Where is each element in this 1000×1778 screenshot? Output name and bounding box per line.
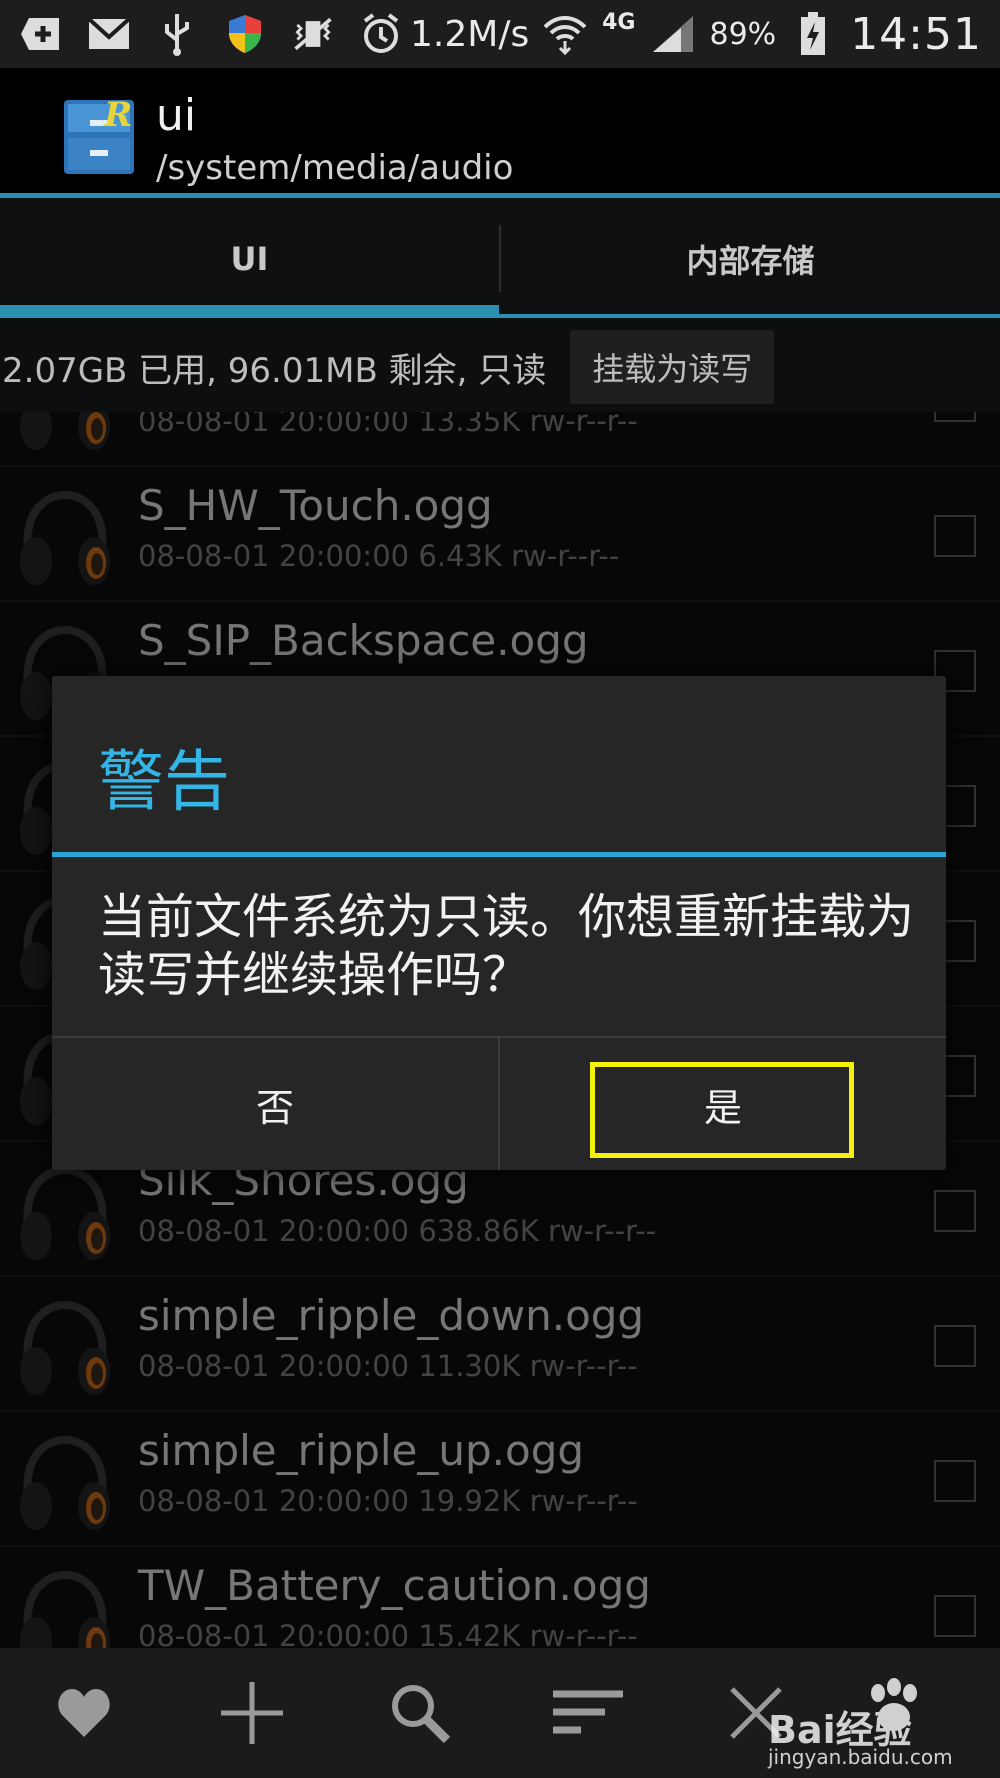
location-tabs: UI 内部存储 bbox=[0, 203, 1000, 318]
wifi-icon bbox=[542, 14, 588, 55]
no-button[interactable]: 否 bbox=[52, 1038, 498, 1170]
root-explorer-logo-icon[interactable]: R bbox=[62, 94, 136, 176]
sort-icon[interactable] bbox=[548, 1673, 628, 1753]
usb-icon bbox=[154, 14, 200, 56]
security-shield-icon bbox=[222, 14, 268, 54]
favorites-heart-icon[interactable] bbox=[44, 1673, 124, 1753]
clock: 14:51 bbox=[850, 8, 982, 60]
network-type: 4G bbox=[602, 9, 636, 35]
svg-text:R: R bbox=[103, 95, 132, 135]
baidu-jingyan-watermark: Bai经验 jingyan.baidu.com bbox=[760, 1675, 980, 1770]
yes-button[interactable]: 是 bbox=[500, 1038, 946, 1170]
yes-button-highlight-box bbox=[590, 1062, 854, 1158]
add-notification-icon bbox=[18, 14, 64, 54]
signal-icon bbox=[650, 14, 696, 54]
dialog-title-divider bbox=[52, 852, 946, 857]
status-bar: 1.2M/s 4G 89% 14:51 bbox=[0, 0, 1000, 68]
mount-read-write-button[interactable]: 挂载为读写 bbox=[570, 330, 775, 404]
dialog-title: 警告 bbox=[98, 743, 230, 820]
battery-charging-icon bbox=[790, 12, 836, 55]
alarm-icon bbox=[358, 13, 404, 54]
add-icon[interactable] bbox=[212, 1673, 292, 1753]
vibrate-mute-icon bbox=[290, 14, 336, 54]
battery-percent: 89% bbox=[709, 16, 777, 52]
tab-ui[interactable]: UI bbox=[0, 203, 499, 318]
storage-info-bar: 2.07GB 已用, 96.01MB 剩余, 只读 挂载为读写 bbox=[0, 322, 1000, 412]
dialog-message: 当前文件系统为只读。你想重新挂载为读写并继续操作吗？ bbox=[98, 889, 915, 1003]
dialog-buttons: 否 是 bbox=[52, 1036, 946, 1170]
app-header: R ui /system/media/audio bbox=[0, 68, 1000, 198]
current-path: /system/media/audio bbox=[156, 148, 514, 188]
network-speed: 1.2M/s bbox=[410, 13, 530, 55]
app-title: ui bbox=[156, 90, 197, 141]
storage-info: 2.07GB 已用, 96.01MB 剩余, 只读 bbox=[2, 350, 547, 391]
warning-dialog: 警告 当前文件系统为只读。你想重新挂载为读写并继续操作吗？ 否 是 bbox=[52, 676, 946, 1170]
mail-icon bbox=[86, 14, 132, 54]
search-icon[interactable] bbox=[380, 1673, 460, 1753]
watermark-url: jingyan.baidu.com bbox=[768, 1745, 953, 1769]
tab-internal-storage[interactable]: 内部存储 bbox=[501, 203, 1000, 314]
